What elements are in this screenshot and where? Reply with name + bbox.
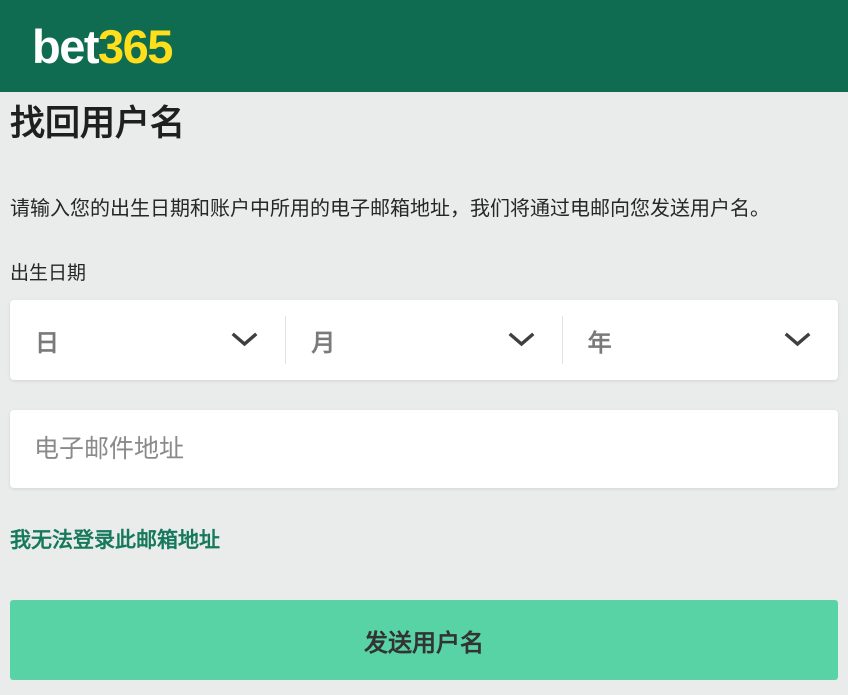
cant-access-email-link[interactable]: 我无法登录此邮箱地址	[10, 528, 220, 553]
send-username-button[interactable]: 发送用户名	[10, 600, 838, 680]
bet365-logo[interactable]: bet365	[32, 23, 172, 70]
chevron-down-icon	[231, 332, 258, 348]
app-header: bet365	[0, 0, 848, 92]
email-field-container	[10, 410, 838, 488]
email-input[interactable]	[10, 410, 838, 488]
month-select[interactable]: 月	[286, 300, 561, 380]
dob-select-group: 日 月 年	[10, 300, 838, 380]
dob-label: 出生日期	[10, 262, 838, 286]
logo-text-365: 365	[98, 20, 172, 73]
chevron-down-icon	[784, 332, 811, 348]
page-title: 找回用户名	[10, 104, 838, 144]
recover-username-page: 找回用户名 请输入您的出生日期和账户中所用的电子邮箱地址，我们将通过电邮向您发送…	[0, 104, 848, 680]
year-select-value: 年	[588, 323, 612, 358]
instructions-text: 请输入您的出生日期和账户中所用的电子邮箱地址，我们将通过电邮向您发送用户名。	[10, 196, 838, 223]
day-select[interactable]: 日	[10, 300, 285, 380]
year-select[interactable]: 年	[563, 300, 838, 380]
logo-text-bet: bet	[32, 20, 98, 73]
day-select-value: 日	[35, 323, 59, 358]
month-select-value: 月	[311, 323, 335, 358]
chevron-down-icon	[508, 332, 535, 348]
